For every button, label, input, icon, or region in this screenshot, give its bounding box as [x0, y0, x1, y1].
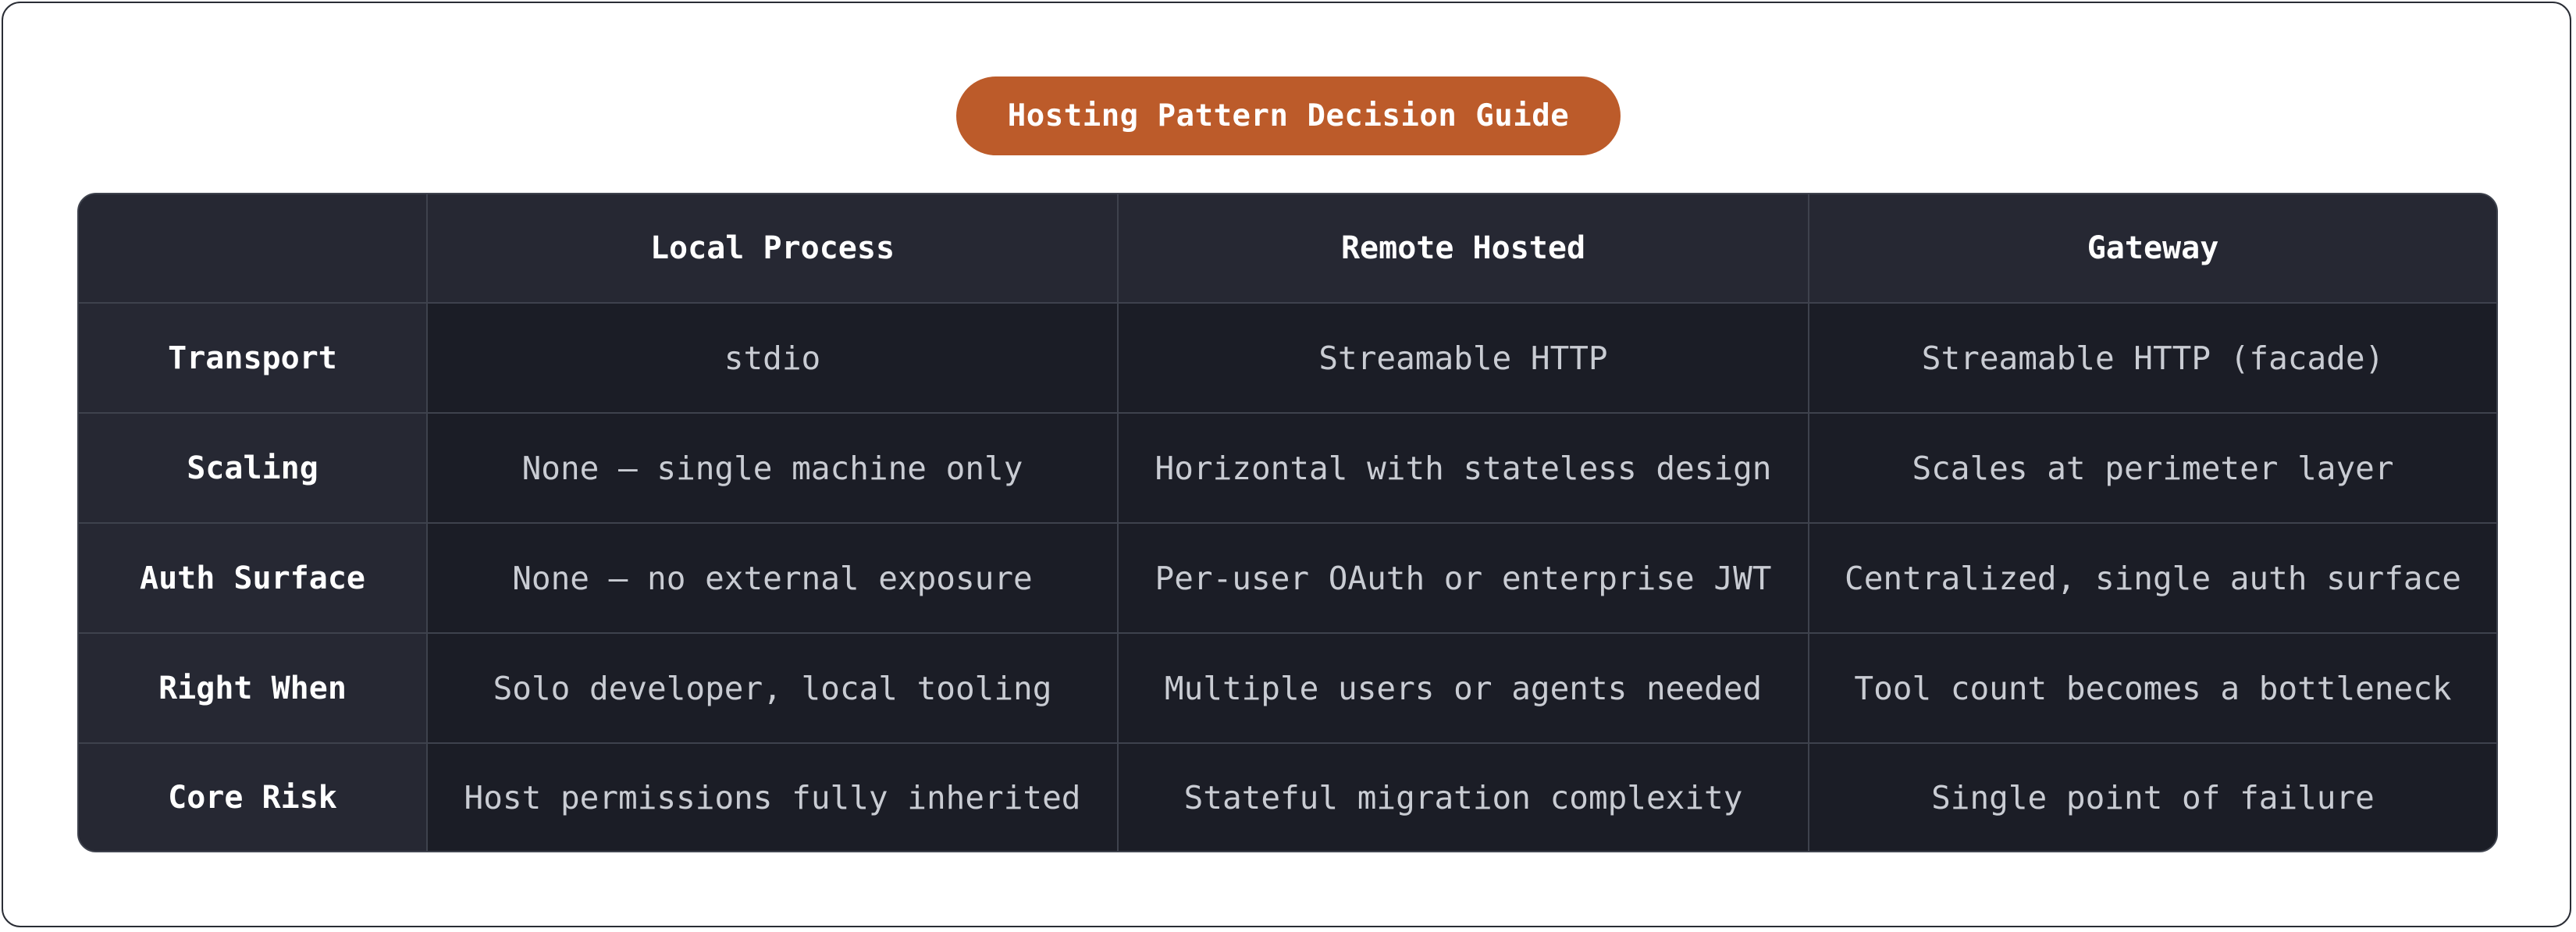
table-cell: Centralized, single auth surface [1809, 524, 2496, 634]
comparison-table: Local Process Remote Hosted Gateway Tran… [77, 193, 2498, 852]
table-cell: Horizontal with stateless design [1119, 414, 1809, 524]
table-cell: Streamable HTTP (facade) [1809, 304, 2496, 414]
row-header-scaling: Scaling [79, 414, 428, 524]
column-header-remote-hosted: Remote Hosted [1119, 194, 1809, 304]
table-cell: Single point of failure [1809, 744, 2496, 851]
table-cell: Streamable HTTP [1119, 304, 1809, 414]
table-cell: Scales at perimeter layer [1809, 414, 2496, 524]
row-header-transport: Transport [79, 304, 428, 414]
row-header-right-when: Right When [79, 634, 428, 744]
table-cell: Multiple users or agents needed [1119, 634, 1809, 744]
table-cell: Solo developer, local tooling [428, 634, 1119, 744]
column-header-gateway: Gateway [1809, 194, 2496, 304]
table-cell: None — no external exposure [428, 524, 1119, 634]
table-cell: None — single machine only [428, 414, 1119, 524]
table-cell: Stateful migration complexity [1119, 744, 1809, 851]
page-title: Hosting Pattern Decision Guide [956, 76, 1621, 155]
row-header-core-risk: Core Risk [79, 744, 428, 851]
table-corner-cell [79, 194, 428, 304]
table-cell: Per-user OAuth or enterprise JWT [1119, 524, 1809, 634]
table-cell: Tool count becomes a bottleneck [1809, 634, 2496, 744]
table-cell: Host permissions fully inherited [428, 744, 1119, 851]
column-header-local-process: Local Process [428, 194, 1119, 304]
table-cell: stdio [428, 304, 1119, 414]
row-header-auth-surface: Auth Surface [79, 524, 428, 634]
